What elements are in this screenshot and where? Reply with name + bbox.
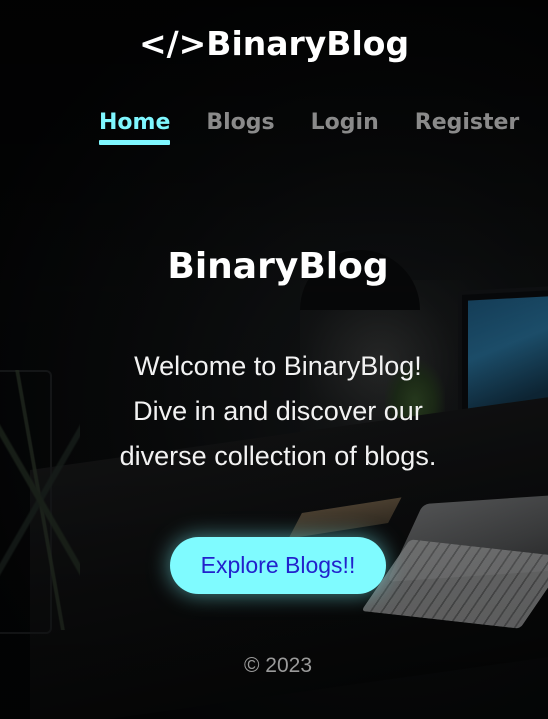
hero-line: Welcome to BinaryBlog! (134, 351, 422, 381)
nav-item-register[interactable]: Register (415, 110, 520, 145)
hero-line: Dive in and discover our (133, 396, 423, 426)
nav-item-blogs[interactable]: Blogs (206, 110, 274, 145)
footer-copyright: © 2023 (243, 654, 313, 677)
explore-blogs-button[interactable]: Explore Blogs!! (170, 537, 386, 594)
hero-description: Welcome to BinaryBlog! Dive in and disco… (0, 344, 548, 479)
nav-item-login[interactable]: Login (311, 110, 379, 145)
hero-title: BinaryBlog (167, 246, 389, 287)
main-nav: Home Blogs Login Register (99, 110, 548, 145)
nav-item-home[interactable]: Home (99, 110, 171, 145)
hero-line: diverse collection of blogs. (119, 441, 437, 471)
site-logo[interactable]: </>BinaryBlog (0, 24, 548, 63)
